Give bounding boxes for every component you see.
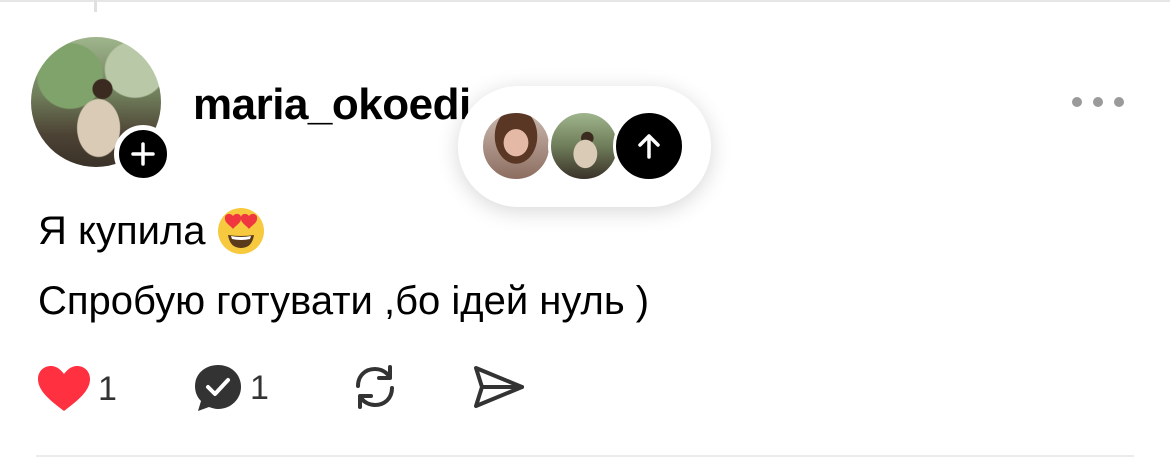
top-divider bbox=[0, 0, 1170, 2]
share-button[interactable] bbox=[470, 362, 526, 412]
thread-line bbox=[94, 0, 97, 12]
author-username[interactable]: maria_okoedi bbox=[193, 80, 471, 130]
heart-eyes-emoji-icon bbox=[216, 206, 266, 266]
plus-icon bbox=[131, 142, 155, 166]
reply-button[interactable]: 1 bbox=[192, 362, 269, 414]
dot-icon bbox=[1072, 97, 1082, 107]
post-text: Я купила bbox=[38, 209, 206, 253]
heart-icon bbox=[38, 366, 90, 411]
like-count: 1 bbox=[98, 369, 117, 408]
more-options-button[interactable] bbox=[1072, 92, 1124, 112]
repost-button[interactable] bbox=[350, 362, 400, 412]
post-divider bbox=[36, 455, 1134, 457]
reply-check-icon bbox=[195, 365, 241, 411]
follow-button[interactable] bbox=[114, 125, 172, 183]
scroll-to-top-button[interactable] bbox=[613, 110, 685, 182]
like-button[interactable]: 1 bbox=[36, 364, 117, 414]
pill-avatar bbox=[480, 110, 552, 182]
reply-count: 1 bbox=[250, 368, 269, 407]
dot-icon bbox=[1093, 97, 1103, 107]
send-icon bbox=[474, 366, 524, 408]
post-text-line: Я купила bbox=[38, 206, 266, 266]
arrow-up-icon bbox=[638, 134, 660, 159]
pill-avatar bbox=[548, 110, 620, 182]
post-text: Спробую готувати ,бо ідей нуль ) bbox=[38, 279, 650, 323]
dot-icon bbox=[1114, 97, 1124, 107]
repost-icon bbox=[356, 365, 394, 409]
